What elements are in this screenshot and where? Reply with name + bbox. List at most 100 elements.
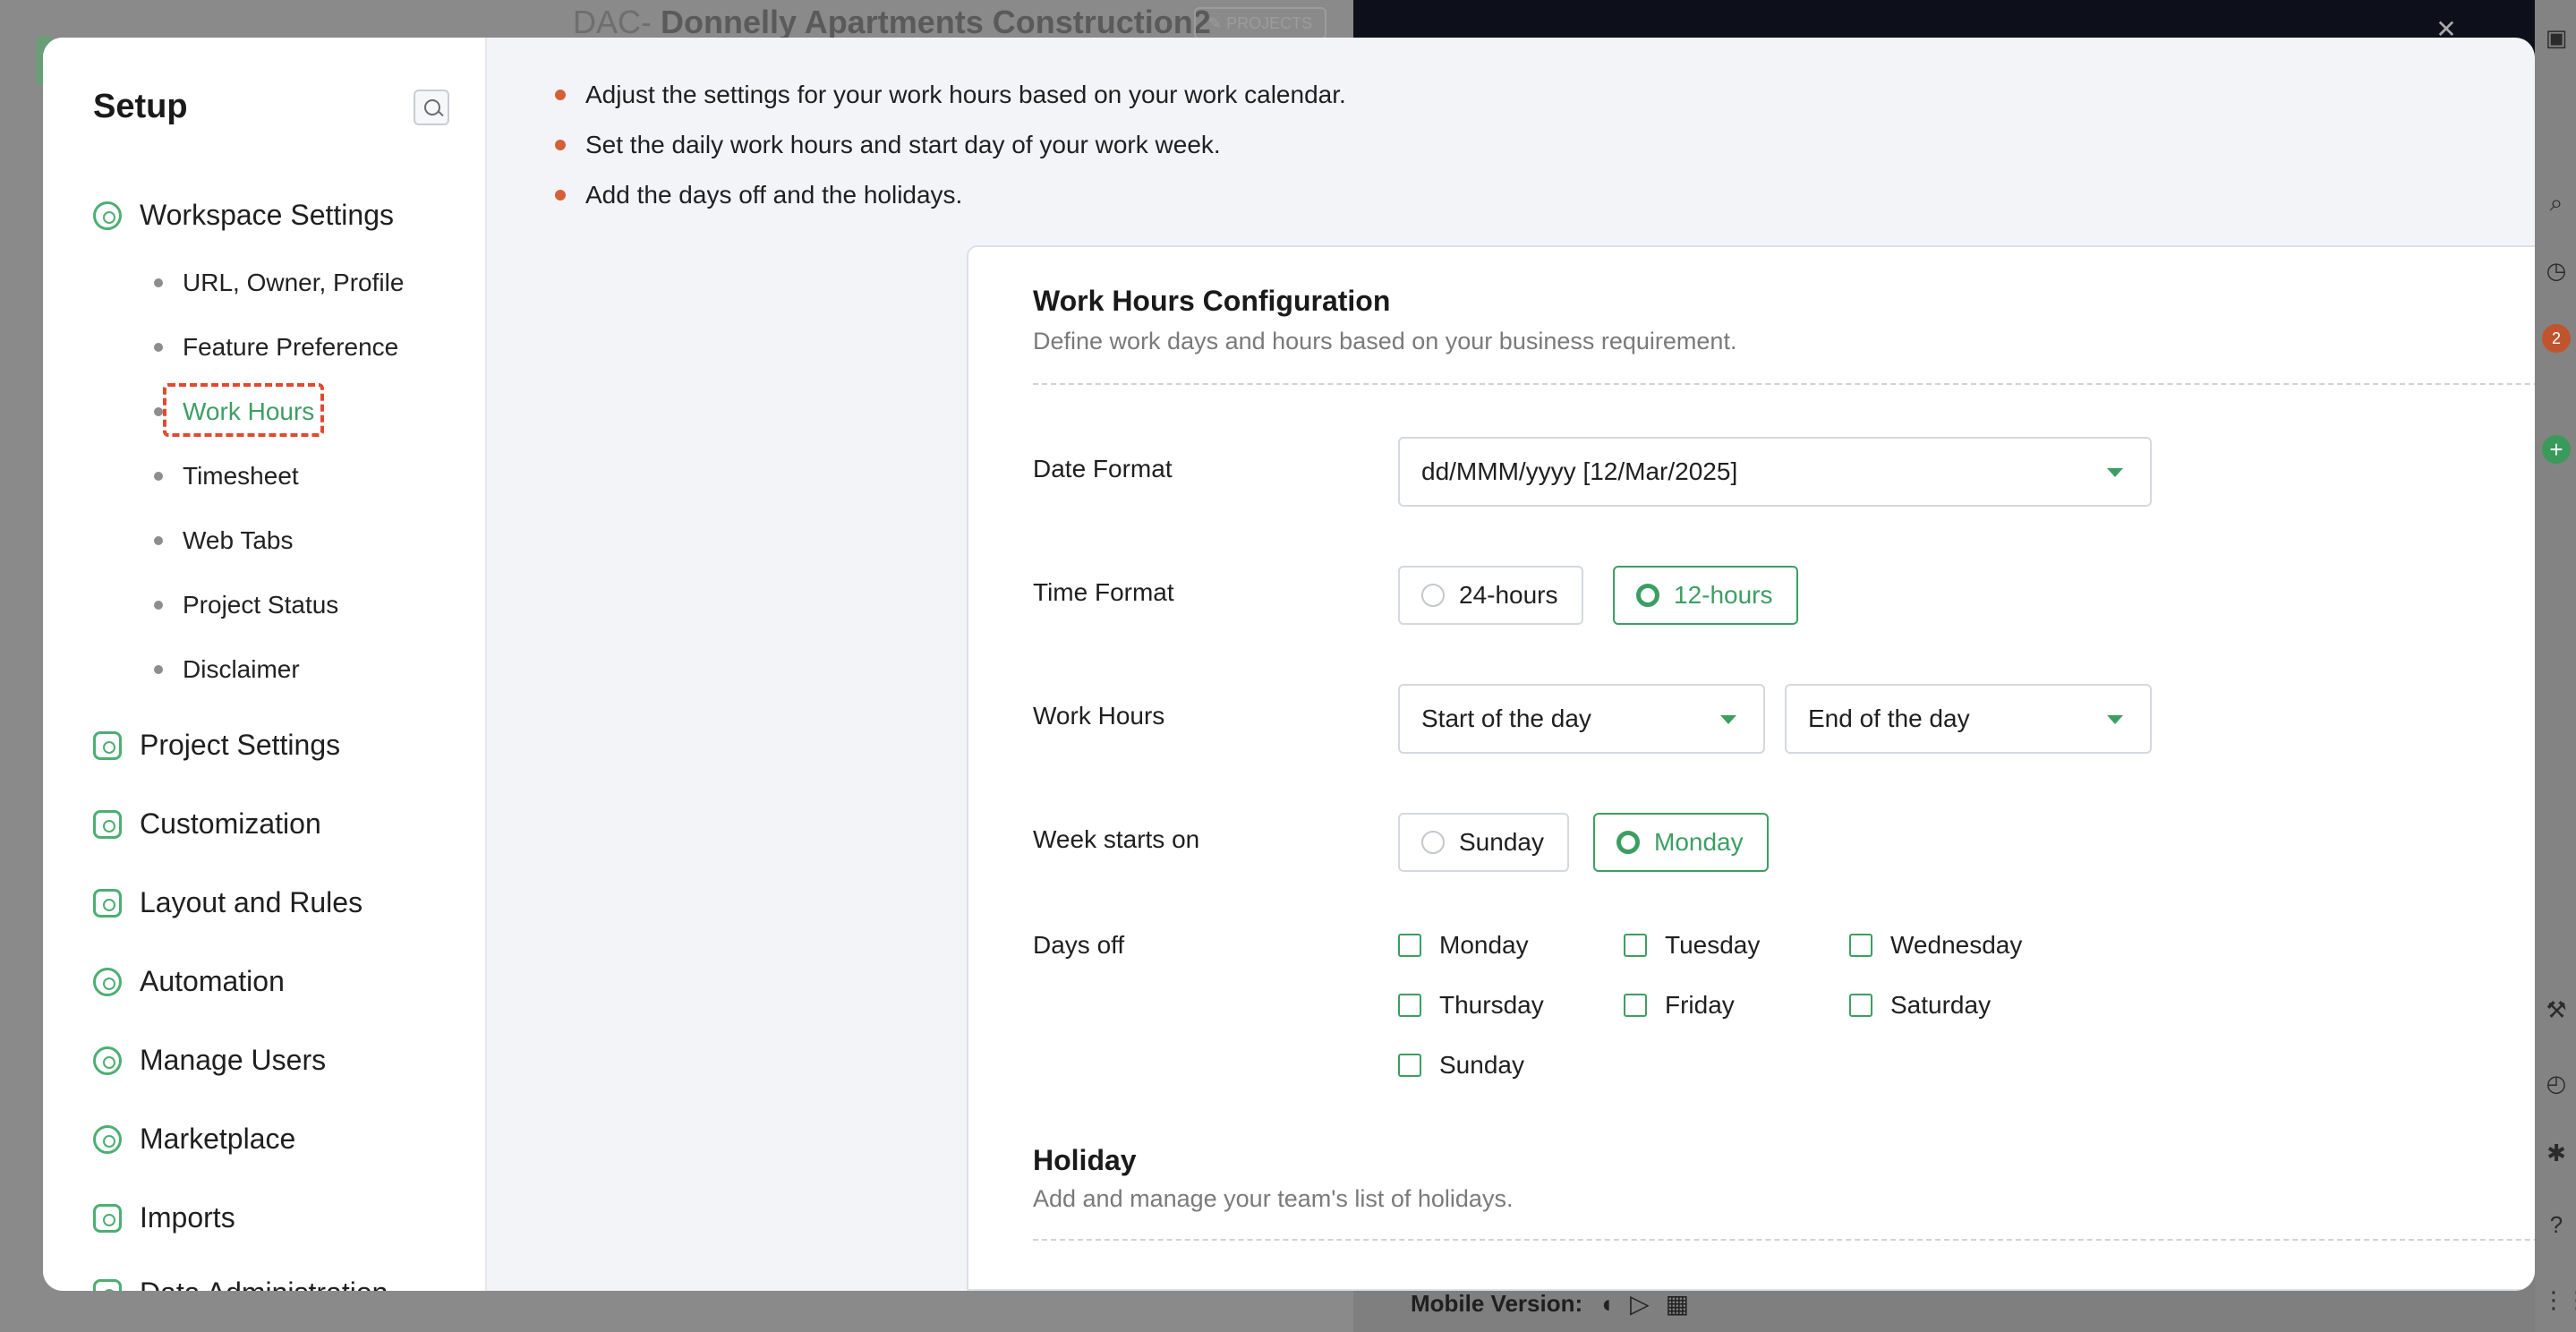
day-off-sunday-checkbox[interactable]: Sunday — [1398, 1051, 1524, 1080]
day-off-thursday-checkbox[interactable]: Thursday — [1398, 991, 1544, 1020]
sidebar-section-layout-and-rules[interactable]: Layout and Rules — [93, 886, 363, 919]
sidebar-section-automation[interactable]: Automation — [93, 965, 285, 998]
sidebar-item-web-tabs[interactable]: Web Tabs — [154, 526, 294, 555]
settings-icon[interactable]: ✱ — [2542, 1139, 2571, 1167]
project-icon — [93, 730, 122, 760]
radio-icon — [1421, 831, 1445, 854]
checkbox-label: Wednesday — [1890, 931, 2023, 959]
bullet-dot — [555, 190, 566, 201]
checkbox-icon — [1849, 934, 1872, 957]
start-of-day-select[interactable]: Start of the day — [1398, 684, 1765, 754]
checkbox-icon — [1398, 1054, 1421, 1077]
sidebar-item-label: Disclaimer — [183, 655, 300, 683]
play-store-icon[interactable]: ▷ — [1630, 1289, 1650, 1319]
sidebar-section-label: Data Administration — [140, 1276, 388, 1291]
end-of-day-select[interactable]: End of the day — [1785, 684, 2152, 754]
layout-icon — [93, 888, 122, 918]
history-icon[interactable]: ◷ — [2542, 256, 2571, 285]
date-format-value: dd/MMM/yyyy [12/Mar/2025] — [1421, 457, 1738, 485]
sidebar-item-feature-preference[interactable]: Feature Preference — [154, 333, 399, 362]
radio-icon — [1421, 584, 1445, 607]
info-bullet: Add the days off and the holidays. — [555, 170, 1346, 220]
day-off-friday-checkbox[interactable]: Friday — [1624, 991, 1735, 1020]
project-prefix: DAC- — [573, 4, 652, 40]
day-off-saturday-checkbox[interactable]: Saturday — [1849, 991, 1991, 1020]
add-icon[interactable]: + — [2542, 435, 2571, 464]
work-hours-title: Work Hours Configuration — [1033, 285, 1391, 317]
bullet-dot — [555, 140, 566, 150]
divider — [1033, 1239, 2535, 1241]
sidebar-section-data-administration[interactable]: Data Administration — [93, 1276, 388, 1291]
chevron-down-icon — [2107, 715, 2123, 724]
bullet-dot — [154, 665, 163, 674]
checkbox-icon — [1624, 994, 1647, 1017]
radio-selected-icon — [1636, 584, 1659, 607]
apps-grid-icon[interactable]: ⋮⋮ — [2542, 1285, 2576, 1314]
notification-badge[interactable]: 2 — [2542, 324, 2571, 353]
apple-icon[interactable]: ◖ — [1599, 1290, 1614, 1319]
sidebar-item-label: URL, Owner, Profile — [183, 269, 405, 296]
sidebar-search-icon[interactable] — [414, 90, 449, 125]
day-off-tuesday-checkbox[interactable]: Tuesday — [1624, 931, 1760, 960]
sidebar-section-label: Customization — [140, 807, 321, 840]
work-hours-description: Define work days and hours based on your… — [1033, 328, 1737, 354]
sidebar-item-disclaimer[interactable]: Disclaimer — [154, 655, 300, 684]
sidebar-section-manage-users[interactable]: Manage Users — [93, 1044, 326, 1077]
sidebar-section-label: Automation — [140, 965, 285, 997]
checkbox-label: Thursday — [1439, 991, 1544, 1019]
sidebar-section-customization[interactable]: Customization — [93, 807, 321, 841]
day-off-monday-checkbox[interactable]: Monday — [1398, 931, 1529, 960]
day-off-wednesday-checkbox[interactable]: Wednesday — [1849, 931, 2022, 960]
sidebar-section-workspace-settings[interactable]: Workspace Settings — [93, 199, 394, 232]
sidebar-section-imports[interactable]: Imports — [93, 1201, 235, 1234]
search-icon[interactable]: ⌕ — [2542, 188, 2571, 217]
sidebar-item-url-owner-profile[interactable]: URL, Owner, Profile — [154, 269, 405, 297]
sidebar-item-label: Project Status — [183, 591, 339, 619]
time-format-label: Time Format — [1033, 578, 1174, 606]
radio-label: 12-hours — [1674, 581, 1773, 609]
setup-modal: Setup Workspace Settings URL, Owner, Pro… — [43, 38, 2535, 1291]
info-bullet: Adjust the settings for your work hours … — [555, 70, 1346, 120]
week-start-sunday-radio[interactable]: Sunday — [1398, 813, 1569, 872]
sidebar-item-label: Feature Preference — [183, 333, 399, 361]
sidebar-item-timesheet[interactable]: Timesheet — [154, 462, 299, 491]
work-hours-card: Work Hours Configuration Define work day… — [967, 245, 2535, 1291]
checkbox-label: Monday — [1439, 931, 1529, 959]
setup-sidebar: Setup Workspace Settings URL, Owner, Pro… — [43, 38, 487, 1291]
days-off-label: Days off — [1033, 931, 1125, 959]
setup-main: Adjust the settings for your work hours … — [487, 38, 2535, 1291]
bullet-dot — [154, 536, 163, 545]
info-bullet-text: Add the days off and the holidays. — [585, 181, 963, 209]
sidebar-item-label: Work Hours — [183, 397, 315, 425]
radio-label: 24-hours — [1459, 581, 1558, 609]
bullet-dot — [154, 472, 163, 481]
time-format-12h-radio[interactable]: 12-hours — [1613, 566, 1798, 625]
users-icon — [93, 1046, 122, 1075]
data-icon — [93, 1278, 122, 1291]
projects-chip[interactable]: ✎ PROJECTS — [1194, 7, 1327, 39]
info-bullets: Adjust the settings for your work hours … — [555, 70, 1346, 220]
qr-code-icon[interactable]: ▦ — [1666, 1289, 1689, 1319]
project-name: Donnelly Apartments Construction2 — [661, 4, 1211, 40]
time-format-24h-radio[interactable]: 24-hours — [1398, 566, 1583, 625]
clock-icon[interactable]: ◴ — [2542, 1069, 2571, 1097]
tool-icon[interactable]: ⚒ — [2542, 995, 2571, 1024]
mobile-version-label: Mobile Version: — [1411, 1290, 1583, 1317]
sidebar-section-marketplace[interactable]: Marketplace — [93, 1123, 295, 1156]
sidebar-section-label: Project Settings — [140, 729, 341, 761]
radio-label: Monday — [1654, 828, 1744, 856]
help-icon[interactable]: ? — [2542, 1210, 2571, 1239]
week-start-monday-radio[interactable]: Monday — [1593, 813, 1769, 872]
sidebar-section-project-settings[interactable]: Project Settings — [93, 729, 340, 762]
customization-icon — [93, 809, 122, 839]
imports-icon — [93, 1203, 122, 1233]
sidebar-item-work-hours[interactable]: Work Hours — [154, 397, 315, 426]
sidebar-item-label: Timesheet — [183, 462, 299, 490]
chevron-down-icon — [2107, 468, 2123, 477]
sidebar-item-project-status[interactable]: Project Status — [154, 591, 339, 619]
sidebar-item-label: Web Tabs — [183, 526, 294, 554]
date-format-select[interactable]: dd/MMM/yyyy [12/Mar/2025] — [1398, 437, 2152, 507]
holiday-description: Add and manage your team's list of holid… — [1033, 1185, 1514, 1212]
start-of-day-value: Start of the day — [1421, 704, 1591, 732]
avatar[interactable]: ▣ — [2542, 23, 2571, 52]
